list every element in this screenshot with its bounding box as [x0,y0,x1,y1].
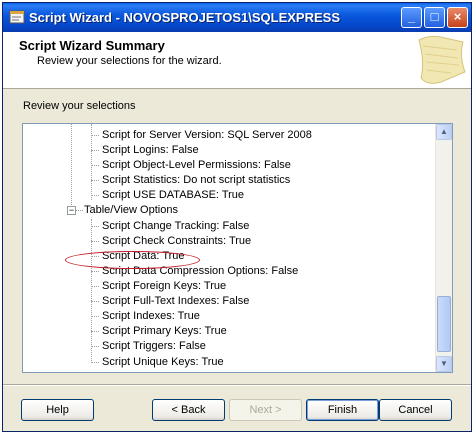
back-button[interactable]: < Back [152,399,225,421]
close-button[interactable]: × [447,7,468,28]
page-subtitle: Review your selections for the wizard. [37,55,222,67]
tree-item[interactable]: Script Triggers: False [102,339,206,354]
scroll-thumb[interactable] [437,296,451,352]
window-title: Script Wizard - NOVOSPROJETOS1\SQLEXPRES… [29,10,340,25]
tree-connector [91,331,99,332]
tree-item[interactable]: Script Primary Keys: True [102,324,227,339]
tree-item[interactable]: Script Change Tracking: False [102,219,249,234]
next-button[interactable]: Next > [229,399,302,421]
scroll-down-button[interactable]: ▼ [436,356,452,372]
scroll-up-button[interactable]: ▲ [436,124,452,140]
tree-connector [91,256,99,257]
tree-item[interactable]: Script Full-Text Indexes: False [102,294,249,309]
minimize-button[interactable]: _ [401,7,422,28]
tree-connector [91,180,99,181]
tree-connector [75,210,83,211]
tree-item[interactable]: Script Indexes: True [102,309,200,324]
tree-guide-line [71,124,72,209]
tree-item[interactable]: Script for Server Version: SQL Server 20… [102,128,312,143]
tree-item-script-data[interactable]: Script Data: True [102,249,185,264]
tree-item[interactable]: Script USE DATABASE: True [102,188,244,203]
maximize-button[interactable]: □ [424,7,445,28]
script-wizard-icon [9,10,25,24]
tree-connector [91,226,99,227]
tree-connector [91,346,99,347]
tree-connector [91,135,99,136]
tree-item[interactable]: Script Logins: False [102,143,199,158]
vertical-scrollbar[interactable]: ▲ ▼ [435,124,452,372]
tree-connector [91,301,99,302]
tree-item[interactable]: Script Statistics: Do not script statist… [102,173,290,188]
scroll-paper-icon [418,35,466,84]
finish-button[interactable]: Finish [306,399,379,421]
review-selections-text: Review your selections [23,100,136,112]
title-bar[interactable]: Script Wizard - NOVOSPROJETOS1\SQLEXPRES… [3,3,471,32]
wizard-header: Script Wizard Summary Review your select… [3,32,471,89]
tree-connector [91,195,99,196]
review-selections-label: Review your selections [23,100,136,112]
footer-divider [3,384,471,386]
selections-tree[interactable]: − Script for Server Version: SQL Server … [22,123,453,373]
script-wizard-window: Script Wizard - NOVOSPROJETOS1\SQLEXPRES… [2,2,472,432]
tree-item[interactable]: Script Unique Keys: True [102,355,224,370]
tree-connector [91,150,99,151]
tree-connector [91,316,99,317]
tree-connector [91,241,99,242]
tree-group-table-view-options[interactable]: Table/View Options [84,203,178,218]
tree-item[interactable]: Script Foreign Keys: True [102,279,226,294]
tree-connector [91,271,99,272]
collapse-toggle[interactable]: − [67,206,76,215]
tree-item[interactable]: Script Object-Level Permissions: False [102,158,291,173]
tree-connector [91,286,99,287]
cancel-button[interactable]: Cancel [379,399,452,421]
tree-item[interactable]: Script Data Compression Options: False [102,264,298,279]
tree-connector [91,362,99,363]
help-button[interactable]: Help [21,399,94,421]
tree-connector [91,165,99,166]
tree-item[interactable]: Script Check Constraints: True [102,234,251,249]
page-title: Script Wizard Summary [19,38,165,53]
